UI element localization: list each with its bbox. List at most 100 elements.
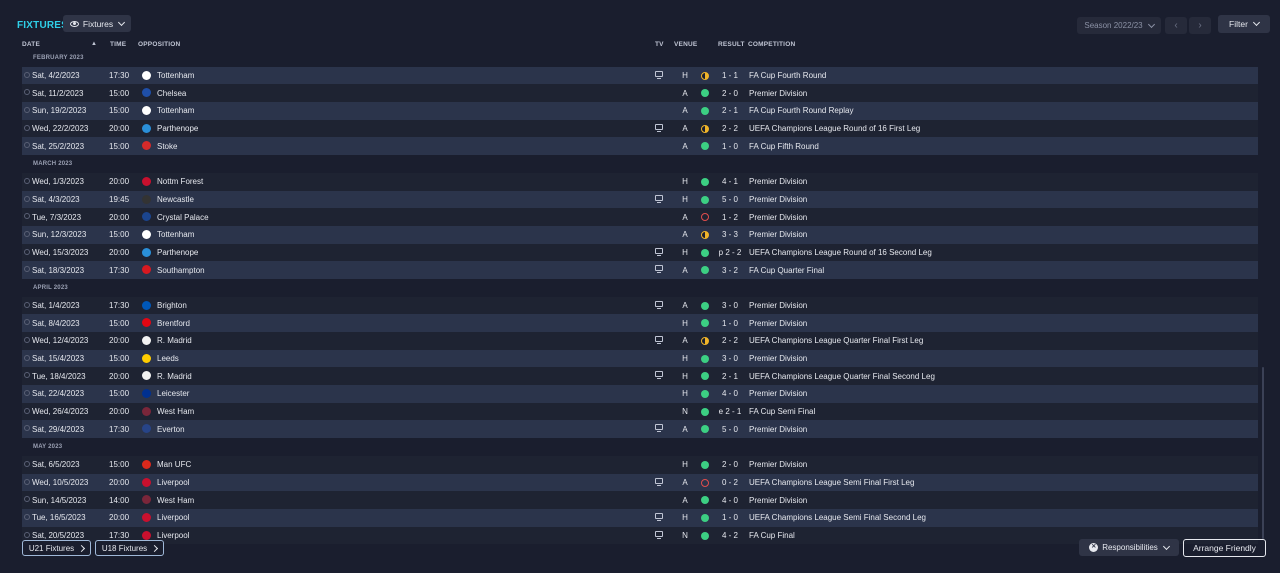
- row-select-radio[interactable]: [24, 107, 30, 114]
- column-header-tv[interactable]: TV: [655, 41, 664, 48]
- row-select-radio[interactable]: [24, 425, 30, 432]
- row-select-radio[interactable]: [24, 142, 30, 149]
- fixture-row[interactable]: Tue, 7/3/2023 20:00 Crystal Palace A 1 - 2 Pr…: [22, 208, 1258, 226]
- opposition-name[interactable]: Tottenham: [157, 230, 194, 239]
- opposition-name[interactable]: Everton: [157, 425, 185, 434]
- fixture-row[interactable]: Tue, 16/5/2023 20:00 Liverpool H 1 - 0 UEFA C…: [22, 508, 1258, 527]
- row-select-radio[interactable]: [24, 177, 30, 184]
- u21-fixtures-button[interactable]: U21 Fixtures: [22, 540, 91, 556]
- column-header-opposition[interactable]: OPPOSITION: [138, 41, 180, 48]
- competition-name[interactable]: Premier Division: [749, 195, 807, 204]
- opposition-name[interactable]: West Ham: [157, 407, 194, 416]
- match-result[interactable]: 1 - 0: [714, 142, 746, 151]
- match-result[interactable]: 5 - 0: [714, 195, 746, 204]
- fixture-row[interactable]: Wed, 1/3/2023 20:00 Nottm Forest H 4 - 1 Prem…: [22, 172, 1258, 191]
- opposition-name[interactable]: Leeds: [157, 354, 179, 363]
- row-select-radio[interactable]: [24, 89, 30, 96]
- fixture-row[interactable]: Sat, 1/4/2023 17:30 Brighton A 3 - 0 Premier …: [22, 296, 1258, 315]
- row-select-radio[interactable]: [24, 266, 30, 273]
- column-header-venue[interactable]: VENUE: [674, 41, 697, 48]
- match-result[interactable]: 5 - 0: [714, 425, 746, 434]
- fixture-row[interactable]: Sat, 15/4/2023 15:00 Leeds H 3 - 0 Premier Di…: [22, 349, 1258, 368]
- filter-button[interactable]: Filter: [1218, 15, 1270, 33]
- competition-name[interactable]: UEFA Champions League Semi Final First L…: [749, 478, 914, 487]
- opposition-name[interactable]: Liverpool: [157, 513, 189, 522]
- fixture-row[interactable]: Sun, 19/2/2023 15:00 Tottenham A 2 - 1 FA Cup…: [22, 102, 1258, 120]
- competition-name[interactable]: UEFA Champions League Semi Final Second …: [749, 513, 926, 522]
- row-select-radio[interactable]: [24, 531, 30, 538]
- match-result[interactable]: 4 - 2: [714, 531, 746, 540]
- competition-name[interactable]: FA Cup Fourth Round Replay: [749, 106, 854, 115]
- match-result[interactable]: 3 - 0: [714, 301, 746, 310]
- fixture-row[interactable]: Sat, 25/2/2023 15:00 Stoke A 1 - 0 FA Cup Fif…: [22, 137, 1258, 156]
- fixture-row[interactable]: Sat, 29/4/2023 17:30 Everton A 5 - 0 Premier …: [22, 420, 1258, 439]
- fixture-row[interactable]: Wed, 12/4/2023 20:00 R. Madrid A 2 - 2 UEFA C…: [22, 332, 1258, 350]
- fixture-row[interactable]: Sun, 14/5/2023 14:00 West Ham A 4 - 0 Premier…: [22, 491, 1258, 509]
- fixture-row[interactable]: Wed, 26/4/2023 20:00 West Ham Ne 2 - 1 FA Cu…: [22, 402, 1258, 421]
- fixture-row[interactable]: Sat, 4/2/2023 17:30 Tottenham H 1 - 1 FA Cup …: [22, 66, 1258, 85]
- opposition-name[interactable]: Tottenham: [157, 71, 194, 80]
- competition-name[interactable]: Premier Division: [749, 301, 807, 310]
- competition-name[interactable]: Premier Division: [749, 460, 807, 469]
- opposition-name[interactable]: Liverpool: [157, 531, 189, 540]
- match-result[interactable]: 4 - 0: [714, 496, 746, 505]
- competition-name[interactable]: FA Cup Semi Final: [749, 407, 815, 416]
- opposition-name[interactable]: Chelsea: [157, 89, 186, 98]
- match-result[interactable]: 2 - 0: [714, 460, 746, 469]
- match-result[interactable]: 3 - 2: [714, 266, 746, 275]
- row-select-radio[interactable]: [24, 195, 30, 202]
- opposition-name[interactable]: Leicester: [157, 389, 189, 398]
- match-result[interactable]: 4 - 0: [714, 389, 746, 398]
- row-select-radio[interactable]: [24, 496, 30, 503]
- opposition-name[interactable]: West Ham: [157, 496, 194, 505]
- row-select-radio[interactable]: [24, 248, 30, 255]
- fixture-row[interactable]: Sat, 20/5/2023 17:30 Liverpool N 4 - 2 FA Cup…: [22, 526, 1258, 545]
- fixture-row[interactable]: Sat, 22/4/2023 15:00 Leicester H 4 - 0 Premie…: [22, 385, 1258, 403]
- match-result[interactable]: 1 - 2: [714, 213, 746, 222]
- opposition-name[interactable]: Southampton: [157, 266, 205, 275]
- competition-name[interactable]: UEFA Champions League Round of 16 First …: [749, 124, 920, 133]
- row-select-radio[interactable]: [24, 230, 30, 237]
- fixture-row[interactable]: Wed, 10/5/2023 20:00 Liverpool A 0 - 2 UEFA C…: [22, 473, 1258, 492]
- column-header-time[interactable]: TIME: [110, 41, 126, 48]
- fixture-row[interactable]: Sat, 6/5/2023 15:00 Man UFC H 2 - 0 Premier D…: [22, 455, 1258, 474]
- opposition-name[interactable]: Newcastle: [157, 195, 194, 204]
- scrollbar[interactable]: [1262, 367, 1264, 539]
- opposition-name[interactable]: Crystal Palace: [157, 213, 209, 222]
- view-selector-button[interactable]: Fixtures: [63, 15, 131, 32]
- opposition-name[interactable]: Parthenope: [157, 124, 198, 133]
- competition-name[interactable]: UEFA Champions League Round of 16 Second…: [749, 248, 932, 257]
- season-selector[interactable]: Season 2022/23: [1077, 17, 1161, 34]
- row-select-radio[interactable]: [24, 124, 30, 131]
- match-result[interactable]: 2 - 1: [714, 372, 746, 381]
- opposition-name[interactable]: Nottm Forest: [157, 177, 203, 186]
- match-result[interactable]: 0 - 2: [714, 478, 746, 487]
- row-select-radio[interactable]: [24, 337, 30, 343]
- opposition-name[interactable]: R. Madrid: [157, 336, 192, 345]
- match-result[interactable]: 3 - 3: [714, 230, 746, 239]
- fixture-row[interactable]: Sat, 18/3/2023 17:30 Southampton A 3 - 2 FA C…: [22, 261, 1258, 279]
- competition-name[interactable]: Premier Division: [749, 319, 807, 328]
- competition-name[interactable]: Premier Division: [749, 230, 807, 239]
- match-result[interactable]: 1 - 1: [714, 71, 746, 80]
- competition-name[interactable]: Premier Division: [749, 425, 807, 434]
- match-result[interactable]: 3 - 0: [714, 354, 746, 363]
- fixture-row[interactable]: Tue, 18/4/2023 20:00 R. Madrid H 2 - 1 UEFA C…: [22, 367, 1258, 386]
- row-select-radio[interactable]: [24, 319, 30, 326]
- competition-name[interactable]: FA Cup Final: [749, 531, 795, 540]
- competition-name[interactable]: UEFA Champions League Quarter Final Firs…: [749, 336, 923, 345]
- row-select-radio[interactable]: [24, 407, 30, 414]
- fixture-row[interactable]: Wed, 22/2/2023 20:00 Parthenope A 2 - 2 UEFA …: [22, 119, 1258, 138]
- competition-name[interactable]: Premier Division: [749, 89, 807, 98]
- fixture-row[interactable]: Sat, 8/4/2023 15:00 Brentford H 1 - 0 Premier…: [22, 314, 1258, 332]
- match-result[interactable]: 2 - 1: [714, 106, 746, 115]
- opposition-name[interactable]: Brighton: [157, 301, 187, 310]
- fixture-row[interactable]: Sat, 4/3/2023 19:45 Newcastle H 5 - 0 Premier…: [22, 190, 1258, 209]
- u18-fixtures-button[interactable]: U18 Fixtures: [95, 540, 164, 556]
- competition-name[interactable]: Premier Division: [749, 177, 807, 186]
- competition-name[interactable]: Premier Division: [749, 389, 807, 398]
- fixture-row[interactable]: Sun, 12/3/2023 15:00 Tottenham A 3 - 3 Premie…: [22, 225, 1258, 244]
- match-result[interactable]: 1 - 0: [714, 513, 746, 522]
- prev-season-button[interactable]: ‹: [1165, 17, 1187, 34]
- match-result[interactable]: 2 - 2: [714, 124, 746, 133]
